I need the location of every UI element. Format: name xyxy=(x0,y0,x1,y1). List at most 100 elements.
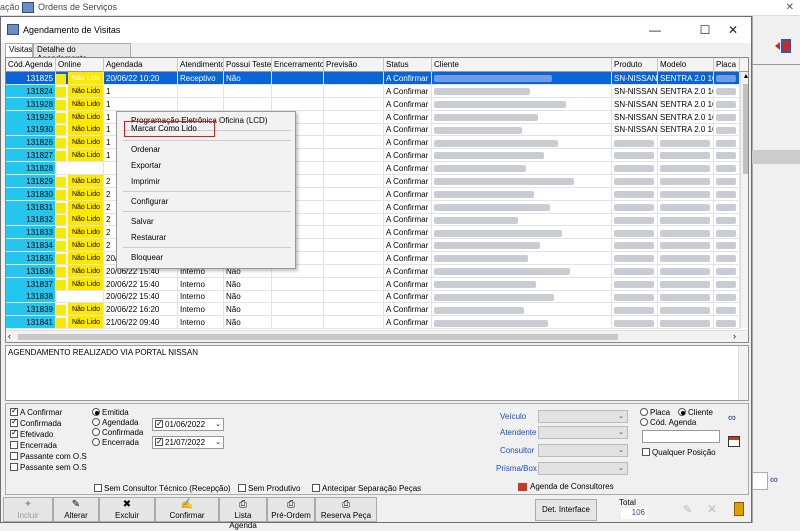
close-button[interactable]: ✕ xyxy=(719,21,747,39)
radio-icon[interactable] xyxy=(92,407,100,416)
excluir-button[interactable]: ✖ Excluir xyxy=(99,497,155,522)
table-row[interactable]: 131838 20/06/22 15:40 Interno Não A Confirma… xyxy=(6,290,740,304)
antecipar-check[interactable]: Antecipar Separação Peças xyxy=(312,483,421,493)
checkbox-icon[interactable] xyxy=(10,451,18,460)
veiculo-select[interactable]: ⌄ xyxy=(538,410,628,423)
menu-item-salvar[interactable]: Salvar xyxy=(131,217,154,226)
chevron-down-icon[interactable]: ⌄ xyxy=(618,412,624,420)
scroll-thumb[interactable] xyxy=(743,84,748,174)
chevron-down-icon[interactable]: ⌄ xyxy=(618,446,624,454)
atendente-select[interactable]: ⌄ xyxy=(538,426,628,439)
date-radio-emitida[interactable]: Emitida xyxy=(92,407,129,417)
maximize-button[interactable]: ☐ xyxy=(691,21,719,39)
menu-item-marcar-como-lido[interactable]: Marcar Como Lido xyxy=(131,124,197,133)
date-radio-confirmada[interactable]: Confirmada xyxy=(92,427,143,437)
sem-produtivo-check[interactable]: Sem Produtivo xyxy=(238,483,300,493)
menu-item-exportar[interactable]: Exportar xyxy=(131,161,161,170)
checkbox-icon[interactable] xyxy=(155,418,163,429)
prisma-box-select[interactable]: ⌄ xyxy=(538,462,628,475)
agenda-consultores-button[interactable]: Agenda de Consultores xyxy=(518,482,614,491)
table-row[interactable]: 131824 Não Lido 1 A Confirmar SN-NISSAN SENTR… xyxy=(6,84,740,98)
checkbox-icon[interactable] xyxy=(10,462,18,471)
col-modelo[interactable]: Modelo xyxy=(658,58,714,72)
search-radio-cliente[interactable]: Cliente xyxy=(678,407,713,417)
col-possui-teste[interactable]: Possui Teste xyxy=(224,58,272,72)
chevron-down-icon[interactable]: ⌄ xyxy=(618,464,624,472)
background-input[interactable] xyxy=(752,472,768,490)
tab-detalhe-agendamento[interactable]: Detalhe do Agendamento xyxy=(33,43,131,63)
menu-item-ordenar[interactable]: Ordenar xyxy=(131,145,160,154)
binoculars-icon[interactable]: ∞ xyxy=(728,412,736,424)
status-check-efetivado[interactable]: Efetivado xyxy=(10,428,53,439)
radio-icon[interactable] xyxy=(92,417,100,426)
background-close-icon[interactable]: ✕ xyxy=(786,2,794,13)
sem-consultor-check[interactable]: Sem Consultor Técnico (Recepção) xyxy=(94,483,231,493)
checkbox-icon[interactable] xyxy=(10,417,18,427)
table-row[interactable]: 131841 Não Lido 21/06/22 09:40 Interno Não A … xyxy=(6,316,740,330)
col-encerramento[interactable]: Encerramento xyxy=(272,58,324,72)
status-check-passante-sem-os[interactable]: Passante sem O.S xyxy=(10,462,87,472)
search-radio-cod-agenda[interactable]: Cód. Agenda xyxy=(640,417,696,427)
date-radio-agendada[interactable]: Agendada xyxy=(92,417,138,427)
confirmar-button[interactable]: ✍ Confirmar xyxy=(155,497,219,522)
checkbox-icon[interactable] xyxy=(155,436,163,447)
col-cod-agenda[interactable]: Cód.Agenda xyxy=(6,58,56,72)
col-agendada[interactable]: Agendada xyxy=(104,58,178,72)
vertical-scrollbar[interactable]: ▲ xyxy=(740,72,748,328)
alterar-button[interactable]: ✎ Alterar xyxy=(53,497,99,522)
menu-item-bloquear[interactable]: Bloquear xyxy=(131,253,163,262)
chevron-down-icon[interactable]: ⌄ xyxy=(618,428,624,436)
col-atendimento[interactable]: Atendimento xyxy=(178,58,224,72)
lista-agenda-button[interactable]: ⎙ Lista Agenda xyxy=(219,497,267,530)
observation-scrollbar[interactable] xyxy=(738,346,748,400)
qualquer-posicao-check[interactable]: Qualquer Posição xyxy=(642,447,716,457)
chevron-down-icon[interactable]: ⌄ xyxy=(215,437,221,448)
status-check-confirmada[interactable]: Confirmada xyxy=(10,417,61,428)
table-row[interactable]: 131839 Não Lido 20/06/22 16:20 Interno Não A … xyxy=(6,303,740,317)
menu-item-configurar[interactable]: Configurar xyxy=(131,197,168,206)
date-radio-encerrada[interactable]: Encerrada xyxy=(92,437,139,447)
horizontal-scrollbar[interactable]: ‹ › xyxy=(6,330,748,342)
checkbox-icon[interactable] xyxy=(94,483,102,492)
radio-icon[interactable] xyxy=(92,437,100,446)
pre-ordem-button[interactable]: ⎙ Pré-Ordem xyxy=(267,497,315,522)
consultor-select[interactable]: ⌄ xyxy=(538,444,628,457)
observation-area[interactable]: AGENDAMENTO REALIZADO VIA PORTAL NISSAN xyxy=(5,345,749,401)
radio-icon[interactable] xyxy=(640,407,648,416)
menu-item-restaurar[interactable]: Restaurar xyxy=(131,233,166,242)
checkbox-icon[interactable] xyxy=(10,440,18,449)
col-status[interactable]: Status xyxy=(384,58,432,72)
search-radio-placa[interactable]: Placa xyxy=(640,407,670,417)
scroll-left-icon[interactable]: ‹ xyxy=(8,331,11,341)
status-check-passante-com-os[interactable]: Passante com O.S xyxy=(10,451,87,461)
col-online[interactable]: Online xyxy=(56,58,104,72)
table-row[interactable]: 131837 Não Lido 20/06/22 15:40 Interno Não A … xyxy=(6,277,740,291)
reserva-peca-button[interactable]: ⎙ Reserva Peça xyxy=(315,497,377,522)
col-cliente[interactable]: Cliente xyxy=(432,58,612,72)
radio-icon[interactable] xyxy=(92,427,100,436)
exit-door-icon[interactable] xyxy=(734,502,744,516)
checkbox-icon[interactable] xyxy=(312,483,320,492)
chevron-down-icon[interactable]: ⌄ xyxy=(215,419,221,430)
menu-item-imprimir[interactable]: Imprimir xyxy=(131,177,160,186)
checkbox-icon[interactable] xyxy=(642,447,650,456)
tab-visitas[interactable]: Visitas xyxy=(5,43,33,57)
det-interface-button[interactable]: Det. Interface xyxy=(535,499,597,521)
exit-door-icon[interactable] xyxy=(775,38,793,54)
checkbox-icon[interactable] xyxy=(10,428,18,438)
grid-table-icon[interactable] xyxy=(728,436,740,447)
status-check-a-confirmar[interactable]: A Confirmar xyxy=(10,406,62,417)
date-from-picker[interactable]: 01/06/2022 ⌄ xyxy=(152,418,224,431)
scroll-right-icon[interactable]: › xyxy=(733,331,736,341)
checkbox-icon[interactable] xyxy=(238,483,246,492)
radio-icon[interactable] xyxy=(678,407,686,416)
binoculars-icon[interactable]: ∞ xyxy=(770,474,790,490)
col-placa[interactable]: Placa xyxy=(714,58,740,72)
search-input[interactable] xyxy=(642,430,720,443)
checkbox-icon[interactable] xyxy=(10,406,18,416)
minimize-button[interactable]: — xyxy=(641,21,669,39)
status-check-encerrada[interactable]: Encerrada xyxy=(10,440,57,450)
table-row[interactable]: 131928 Não Lido 1 A Confirmar SN-NISSAN SENTR… xyxy=(6,97,740,111)
col-produto[interactable]: Produto xyxy=(612,58,658,72)
date-to-picker[interactable]: 21/07/2022 ⌄ xyxy=(152,436,224,449)
